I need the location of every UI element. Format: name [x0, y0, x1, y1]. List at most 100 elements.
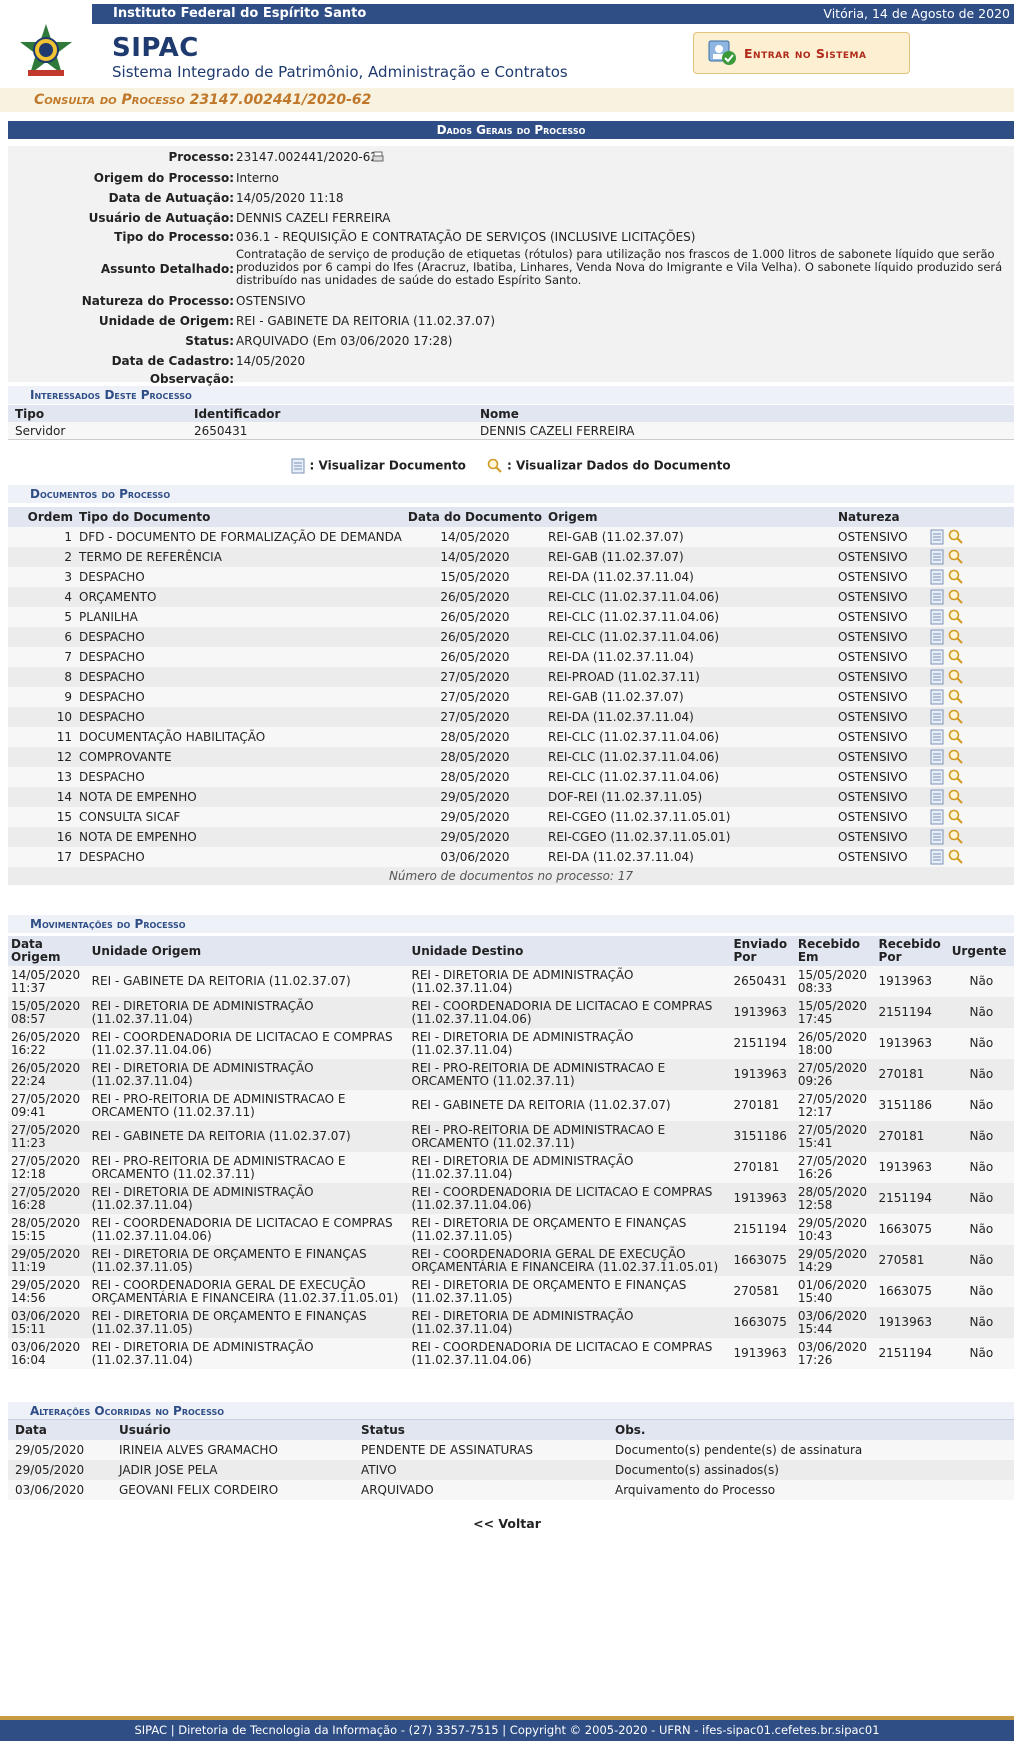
- view-data-icon[interactable]: [948, 849, 964, 864]
- view-data-icon[interactable]: [948, 789, 964, 804]
- view-data-icon[interactable]: [948, 809, 964, 824]
- view-data-icon[interactable]: [948, 629, 964, 644]
- login-button[interactable]: Entrar no Sistema: [693, 32, 910, 74]
- table-header-row: Ordem Tipo do Documento Data do Documento O…: [8, 507, 1014, 527]
- view-data-icon[interactable]: [948, 649, 964, 664]
- back-link[interactable]: << Voltar: [0, 1516, 1014, 1531]
- column-header: Ordem: [27, 510, 73, 524]
- table-cell: OSTENSIVO: [838, 650, 908, 664]
- table-cell: 29/05/2020 10:43: [797, 1215, 868, 1243]
- view-document-icon[interactable]: [930, 629, 944, 645]
- view-data-icon[interactable]: [948, 689, 964, 704]
- table-cell: Não: [969, 1222, 994, 1236]
- column-header: Recebido Por: [878, 937, 941, 964]
- view-document-icon[interactable]: [930, 829, 944, 845]
- view-data-icon[interactable]: [948, 769, 964, 784]
- table-row: 10 DESPACHO 27/05/2020 REI-DA (11.02.37.11.…: [8, 707, 1014, 727]
- table-row: 28/05/2020 15:15 REI - COORDENADORIA DE L…: [8, 1214, 1014, 1245]
- view-document-icon[interactable]: [930, 529, 944, 545]
- table-cell: 27/05/2020 09:26: [797, 1060, 868, 1088]
- table-cell: OSTENSIVO: [838, 770, 908, 784]
- column-header: Natureza: [838, 510, 900, 524]
- field-value: 14/05/2020: [236, 354, 306, 368]
- column-header: Enviado Por: [733, 937, 788, 964]
- view-document-icon[interactable]: [930, 749, 944, 765]
- table-cell: REI - COORDENADORIA DE LICITACAO E COMPR…: [91, 1029, 393, 1057]
- general-data-panel: Processo: 23147.002441/2020-62 Origem do P…: [8, 146, 1014, 386]
- table-cell: 5: [64, 610, 72, 624]
- view-document-icon[interactable]: [930, 789, 944, 805]
- table-cell: 3151186: [733, 1129, 787, 1143]
- table-cell: PLANILHA: [79, 610, 138, 624]
- table-cell: JADIR JOSE PELA: [119, 1463, 218, 1477]
- movements-caption: Movimentações do Processo: [8, 915, 1014, 933]
- table-cell: OSTENSIVO: [838, 590, 908, 604]
- view-data-icon[interactable]: [948, 589, 964, 604]
- view-document-icon[interactable]: [930, 669, 944, 685]
- table-cell: REI - DIRETORIA DE ORÇAMENTO E FINANÇAS …: [91, 1308, 367, 1336]
- brazil-seal-icon: [20, 24, 72, 76]
- view-data-icon[interactable]: [948, 749, 964, 764]
- view-document-icon[interactable]: [930, 729, 944, 745]
- table-cell: 29/05/2020: [15, 1463, 85, 1477]
- view-data-icon[interactable]: [948, 569, 964, 584]
- view-document-icon[interactable]: [930, 609, 944, 625]
- table-cell: OSTENSIVO: [838, 570, 908, 584]
- table-cell: 1913963: [733, 1067, 787, 1081]
- table-cell: DESPACHO: [79, 670, 145, 684]
- table-cell: CONSULTA SICAF: [79, 810, 181, 824]
- table-cell: 27/05/2020: [440, 670, 510, 684]
- table-cell: 28/05/2020: [440, 770, 510, 784]
- view-document-icon[interactable]: [930, 569, 944, 585]
- view-data-icon[interactable]: [948, 669, 964, 684]
- table-cell: OSTENSIVO: [838, 830, 908, 844]
- table-cell: 1913963: [733, 1191, 787, 1205]
- table-row: 03/06/2020 GEOVANI FELIX CORDEIRO ARQUIVAD…: [8, 1480, 1014, 1500]
- table-cell: 2650431: [194, 423, 248, 438]
- view-document-icon[interactable]: [930, 849, 944, 865]
- table-cell: 4: [64, 590, 72, 604]
- table-cell: 28/05/2020: [440, 750, 510, 764]
- view-document-icon[interactable]: [930, 549, 944, 565]
- table-cell: 1: [64, 530, 72, 544]
- table-cell: 26/05/2020: [440, 630, 510, 644]
- print-icon[interactable]: [372, 151, 384, 166]
- table-cell: 27/05/2020: [440, 690, 510, 704]
- table-cell: REI-CLC (11.02.37.11.04.06): [548, 750, 720, 764]
- table-cell: REI-GAB (11.02.37.07): [548, 530, 684, 544]
- view-data-icon[interactable]: [948, 829, 964, 844]
- table-cell: 11: [56, 730, 72, 744]
- table-cell: 26/05/2020: [440, 650, 510, 664]
- table-cell: REI-PROAD (11.02.37.11): [548, 670, 700, 684]
- table-cell: OSTENSIVO: [838, 670, 908, 684]
- table-row: 26/05/2020 16:22 REI - COORDENADORIA DE L…: [8, 1028, 1014, 1059]
- field-value: REI - GABINETE DA REITORIA (11.02.37.07): [236, 314, 496, 328]
- table-cell: PENDENTE DE ASSINATURAS: [361, 1443, 533, 1457]
- view-document-icon[interactable]: [930, 589, 944, 605]
- table-cell: DENNIS CAZELI FERREIRA: [480, 423, 635, 438]
- table-cell: DESPACHO: [79, 570, 145, 584]
- table-cell: DESPACHO: [79, 630, 145, 644]
- table-cell: 27/05/2020 15:41: [797, 1122, 868, 1150]
- row-actions: [927, 687, 1014, 707]
- view-document-icon[interactable]: [930, 689, 944, 705]
- page-title: Consulta do Processo 23147.002441/2020-6…: [34, 92, 372, 108]
- field-value: DENNIS CAZELI FERREIRA: [236, 211, 391, 225]
- table-cell: DESPACHO: [79, 770, 145, 784]
- field-label: Observação:: [149, 372, 234, 386]
- view-document-icon[interactable]: [930, 809, 944, 825]
- table-cell: 270181: [733, 1098, 780, 1112]
- view-document-icon[interactable]: [930, 709, 944, 725]
- field-value: 23147.002441/2020-62: [236, 150, 378, 164]
- table-cell: REI-CLC (11.02.37.11.04.06): [548, 770, 720, 784]
- view-data-icon[interactable]: [948, 709, 964, 724]
- view-data-icon[interactable]: [948, 729, 964, 744]
- view-document-icon[interactable]: [930, 649, 944, 665]
- row-actions: [927, 807, 1014, 827]
- view-data-icon[interactable]: [948, 609, 964, 624]
- view-data-icon[interactable]: [948, 549, 964, 564]
- view-data-icon[interactable]: [948, 529, 964, 544]
- table-cell: REI - PRO-REITORIA DE ADMINISTRACAO E OR…: [91, 1091, 346, 1119]
- view-document-icon[interactable]: [930, 769, 944, 785]
- table-cell: 27/05/2020 09:41: [11, 1091, 81, 1119]
